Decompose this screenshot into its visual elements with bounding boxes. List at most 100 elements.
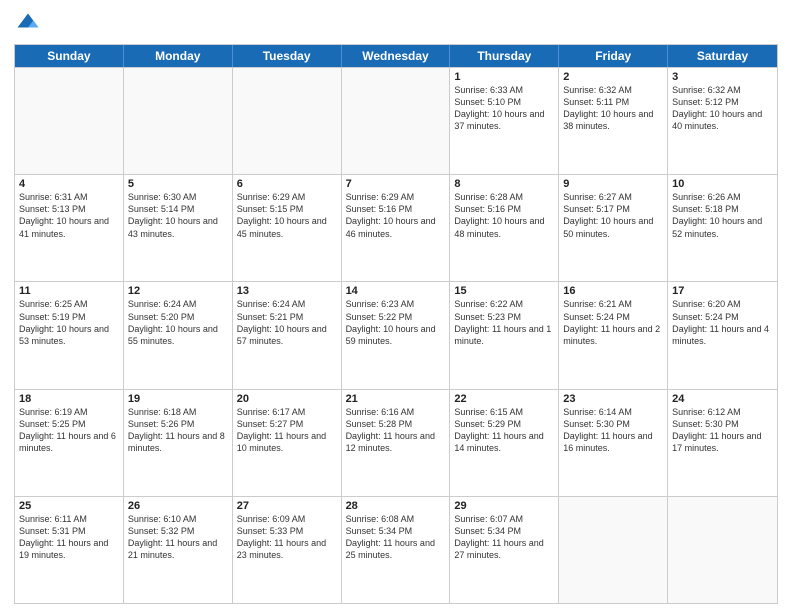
cell-text: Sunrise: 6:12 AM Sunset: 5:30 PM Dayligh…	[672, 406, 773, 455]
cell-text: Sunrise: 6:24 AM Sunset: 5:20 PM Dayligh…	[128, 298, 228, 347]
calendar-cell: 2Sunrise: 6:32 AM Sunset: 5:11 PM Daylig…	[559, 68, 668, 174]
day-number: 21	[346, 393, 446, 405]
day-number: 15	[454, 285, 554, 297]
calendar-row-2: 11Sunrise: 6:25 AM Sunset: 5:19 PM Dayli…	[15, 281, 777, 388]
calendar-cell: 18Sunrise: 6:19 AM Sunset: 5:25 PM Dayli…	[15, 390, 124, 496]
header-day-tuesday: Tuesday	[233, 45, 342, 67]
header-day-friday: Friday	[559, 45, 668, 67]
day-number: 19	[128, 393, 228, 405]
calendar-cell: 16Sunrise: 6:21 AM Sunset: 5:24 PM Dayli…	[559, 282, 668, 388]
cell-text: Sunrise: 6:27 AM Sunset: 5:17 PM Dayligh…	[563, 191, 663, 240]
page: SundayMondayTuesdayWednesdayThursdayFrid…	[0, 0, 792, 612]
calendar-cell: 11Sunrise: 6:25 AM Sunset: 5:19 PM Dayli…	[15, 282, 124, 388]
calendar-cell: 3Sunrise: 6:32 AM Sunset: 5:12 PM Daylig…	[668, 68, 777, 174]
day-number: 1	[454, 71, 554, 83]
cell-text: Sunrise: 6:21 AM Sunset: 5:24 PM Dayligh…	[563, 298, 663, 347]
day-number: 12	[128, 285, 228, 297]
cell-text: Sunrise: 6:24 AM Sunset: 5:21 PM Dayligh…	[237, 298, 337, 347]
cell-text: Sunrise: 6:10 AM Sunset: 5:32 PM Dayligh…	[128, 513, 228, 562]
day-number: 5	[128, 178, 228, 190]
day-number: 8	[454, 178, 554, 190]
day-number: 26	[128, 500, 228, 512]
calendar-cell	[668, 497, 777, 603]
calendar-cell: 17Sunrise: 6:20 AM Sunset: 5:24 PM Dayli…	[668, 282, 777, 388]
day-number: 14	[346, 285, 446, 297]
day-number: 27	[237, 500, 337, 512]
cell-text: Sunrise: 6:07 AM Sunset: 5:34 PM Dayligh…	[454, 513, 554, 562]
day-number: 11	[19, 285, 119, 297]
calendar-cell	[233, 68, 342, 174]
calendar-cell: 10Sunrise: 6:26 AM Sunset: 5:18 PM Dayli…	[668, 175, 777, 281]
calendar-cell: 8Sunrise: 6:28 AM Sunset: 5:16 PM Daylig…	[450, 175, 559, 281]
calendar-cell: 22Sunrise: 6:15 AM Sunset: 5:29 PM Dayli…	[450, 390, 559, 496]
cell-text: Sunrise: 6:33 AM Sunset: 5:10 PM Dayligh…	[454, 84, 554, 133]
calendar-cell: 23Sunrise: 6:14 AM Sunset: 5:30 PM Dayli…	[559, 390, 668, 496]
calendar: SundayMondayTuesdayWednesdayThursdayFrid…	[14, 44, 778, 604]
calendar-cell: 27Sunrise: 6:09 AM Sunset: 5:33 PM Dayli…	[233, 497, 342, 603]
cell-text: Sunrise: 6:22 AM Sunset: 5:23 PM Dayligh…	[454, 298, 554, 347]
calendar-cell: 4Sunrise: 6:31 AM Sunset: 5:13 PM Daylig…	[15, 175, 124, 281]
calendar-cell: 19Sunrise: 6:18 AM Sunset: 5:26 PM Dayli…	[124, 390, 233, 496]
day-number: 17	[672, 285, 773, 297]
cell-text: Sunrise: 6:14 AM Sunset: 5:30 PM Dayligh…	[563, 406, 663, 455]
cell-text: Sunrise: 6:30 AM Sunset: 5:14 PM Dayligh…	[128, 191, 228, 240]
calendar-cell: 12Sunrise: 6:24 AM Sunset: 5:20 PM Dayli…	[124, 282, 233, 388]
header-day-wednesday: Wednesday	[342, 45, 451, 67]
cell-text: Sunrise: 6:23 AM Sunset: 5:22 PM Dayligh…	[346, 298, 446, 347]
logo	[14, 10, 46, 38]
calendar-cell	[15, 68, 124, 174]
day-number: 22	[454, 393, 554, 405]
cell-text: Sunrise: 6:32 AM Sunset: 5:11 PM Dayligh…	[563, 84, 663, 133]
calendar-row-0: 1Sunrise: 6:33 AM Sunset: 5:10 PM Daylig…	[15, 67, 777, 174]
day-number: 10	[672, 178, 773, 190]
cell-text: Sunrise: 6:15 AM Sunset: 5:29 PM Dayligh…	[454, 406, 554, 455]
calendar-row-3: 18Sunrise: 6:19 AM Sunset: 5:25 PM Dayli…	[15, 389, 777, 496]
calendar-cell: 9Sunrise: 6:27 AM Sunset: 5:17 PM Daylig…	[559, 175, 668, 281]
day-number: 25	[19, 500, 119, 512]
calendar-cell: 28Sunrise: 6:08 AM Sunset: 5:34 PM Dayli…	[342, 497, 451, 603]
day-number: 13	[237, 285, 337, 297]
calendar-cell: 15Sunrise: 6:22 AM Sunset: 5:23 PM Dayli…	[450, 282, 559, 388]
calendar-row-4: 25Sunrise: 6:11 AM Sunset: 5:31 PM Dayli…	[15, 496, 777, 603]
day-number: 28	[346, 500, 446, 512]
header-day-thursday: Thursday	[450, 45, 559, 67]
cell-text: Sunrise: 6:20 AM Sunset: 5:24 PM Dayligh…	[672, 298, 773, 347]
calendar-body: 1Sunrise: 6:33 AM Sunset: 5:10 PM Daylig…	[15, 67, 777, 603]
cell-text: Sunrise: 6:17 AM Sunset: 5:27 PM Dayligh…	[237, 406, 337, 455]
cell-text: Sunrise: 6:09 AM Sunset: 5:33 PM Dayligh…	[237, 513, 337, 562]
calendar-row-1: 4Sunrise: 6:31 AM Sunset: 5:13 PM Daylig…	[15, 174, 777, 281]
calendar-cell: 26Sunrise: 6:10 AM Sunset: 5:32 PM Dayli…	[124, 497, 233, 603]
day-number: 2	[563, 71, 663, 83]
calendar-cell: 21Sunrise: 6:16 AM Sunset: 5:28 PM Dayli…	[342, 390, 451, 496]
day-number: 3	[672, 71, 773, 83]
cell-text: Sunrise: 6:29 AM Sunset: 5:15 PM Dayligh…	[237, 191, 337, 240]
calendar-cell	[124, 68, 233, 174]
cell-text: Sunrise: 6:16 AM Sunset: 5:28 PM Dayligh…	[346, 406, 446, 455]
calendar-cell: 6Sunrise: 6:29 AM Sunset: 5:15 PM Daylig…	[233, 175, 342, 281]
header-day-sunday: Sunday	[15, 45, 124, 67]
cell-text: Sunrise: 6:32 AM Sunset: 5:12 PM Dayligh…	[672, 84, 773, 133]
calendar-cell	[559, 497, 668, 603]
cell-text: Sunrise: 6:31 AM Sunset: 5:13 PM Dayligh…	[19, 191, 119, 240]
logo-icon	[14, 10, 42, 38]
cell-text: Sunrise: 6:28 AM Sunset: 5:16 PM Dayligh…	[454, 191, 554, 240]
day-number: 29	[454, 500, 554, 512]
day-number: 7	[346, 178, 446, 190]
day-number: 24	[672, 393, 773, 405]
cell-text: Sunrise: 6:29 AM Sunset: 5:16 PM Dayligh…	[346, 191, 446, 240]
day-number: 18	[19, 393, 119, 405]
day-number: 16	[563, 285, 663, 297]
cell-text: Sunrise: 6:08 AM Sunset: 5:34 PM Dayligh…	[346, 513, 446, 562]
calendar-cell: 14Sunrise: 6:23 AM Sunset: 5:22 PM Dayli…	[342, 282, 451, 388]
day-number: 6	[237, 178, 337, 190]
calendar-cell: 29Sunrise: 6:07 AM Sunset: 5:34 PM Dayli…	[450, 497, 559, 603]
day-number: 20	[237, 393, 337, 405]
calendar-cell: 13Sunrise: 6:24 AM Sunset: 5:21 PM Dayli…	[233, 282, 342, 388]
calendar-cell	[342, 68, 451, 174]
day-number: 9	[563, 178, 663, 190]
cell-text: Sunrise: 6:11 AM Sunset: 5:31 PM Dayligh…	[19, 513, 119, 562]
cell-text: Sunrise: 6:25 AM Sunset: 5:19 PM Dayligh…	[19, 298, 119, 347]
header	[14, 10, 778, 38]
calendar-cell: 1Sunrise: 6:33 AM Sunset: 5:10 PM Daylig…	[450, 68, 559, 174]
calendar-cell: 20Sunrise: 6:17 AM Sunset: 5:27 PM Dayli…	[233, 390, 342, 496]
